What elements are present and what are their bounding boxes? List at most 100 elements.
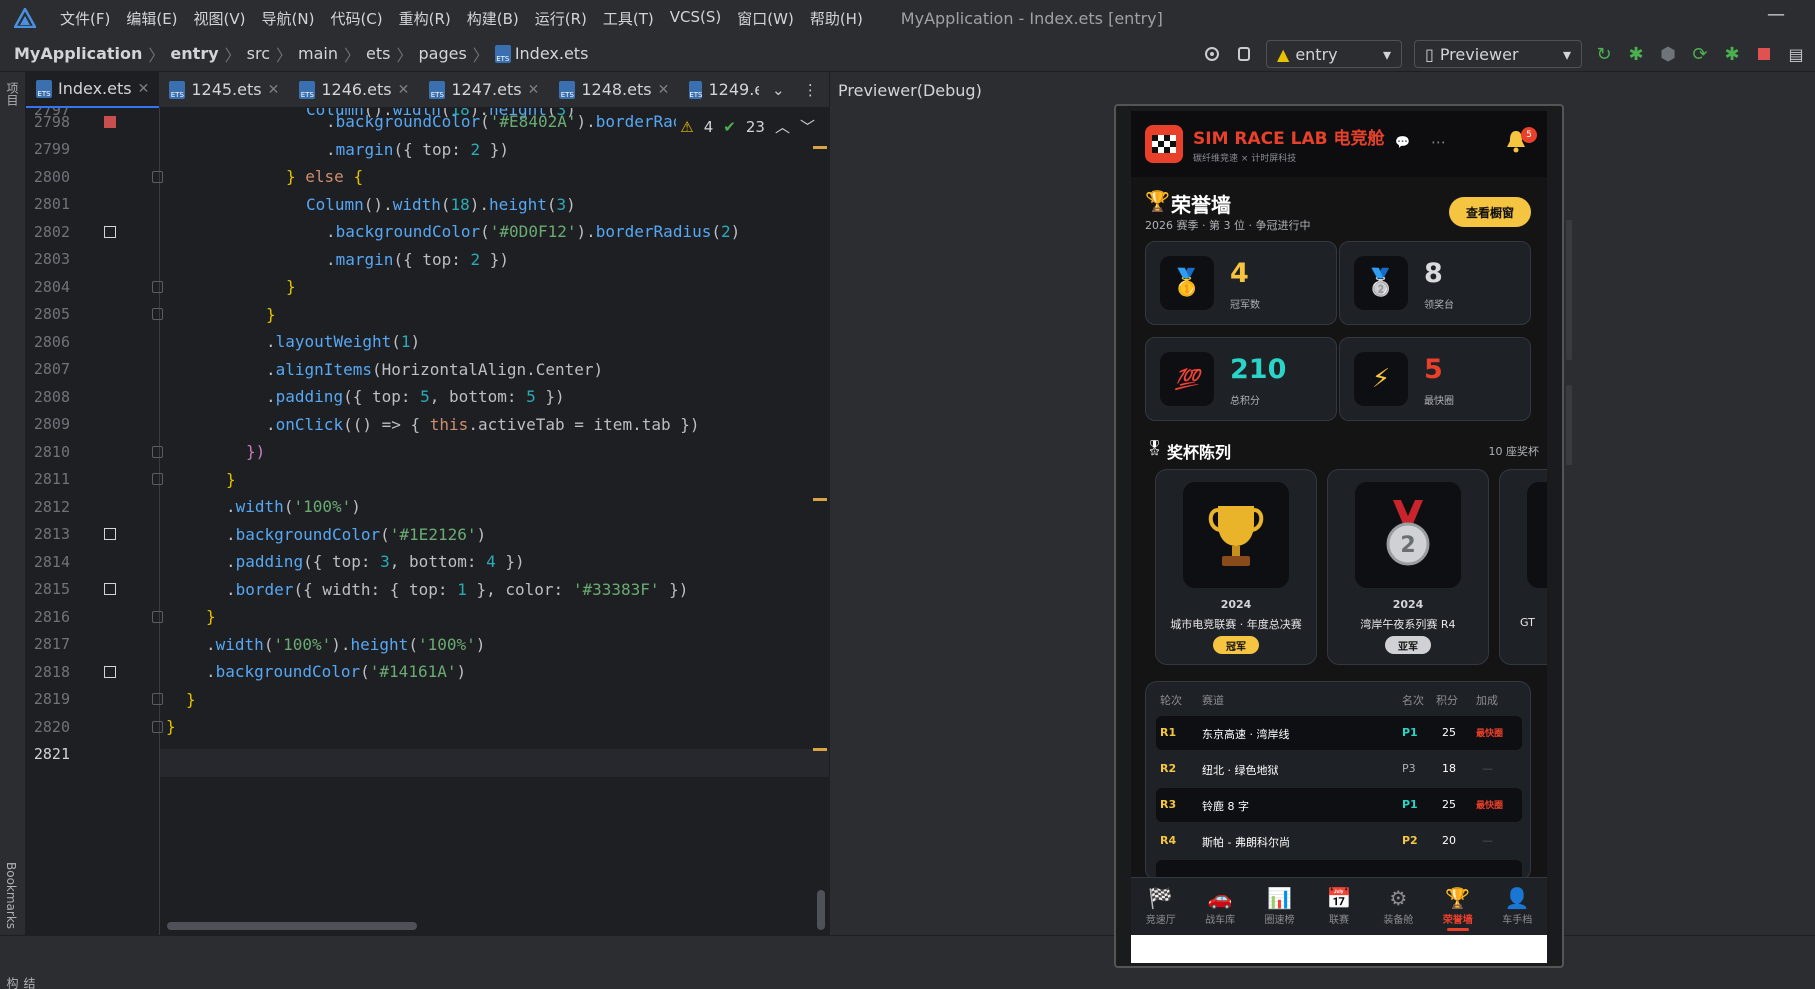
line-number: 2815: [33, 580, 70, 599]
close-icon[interactable]: ✕: [528, 82, 540, 98]
breadcrumb-main[interactable]: main: [298, 44, 338, 63]
menu-file[interactable]: 文件(F): [52, 8, 118, 29]
gold-trophy-icon: [1183, 482, 1289, 588]
nav-item-driver-profile[interactable]: 👤 车手档: [1488, 878, 1547, 935]
vertical-scrollbar[interactable]: [817, 890, 825, 930]
profiler-icon[interactable]: ✱: [1719, 41, 1745, 67]
menu-tools[interactable]: 工具(T): [595, 8, 662, 29]
breadcrumb-project[interactable]: MyApplication: [14, 44, 142, 63]
fold-marker[interactable]: [152, 445, 163, 458]
tab-1245[interactable]: ETS 1245.ets ✕: [159, 72, 289, 108]
menu-edit[interactable]: 编辑(E): [118, 8, 185, 29]
table-row[interactable]: R2 纽北 · 绿色地狱 P3 18 —: [1156, 752, 1522, 786]
honor-title: 荣誉墙: [1171, 193, 1231, 217]
rerun-icon[interactable]: ↻: [1591, 41, 1617, 67]
menu-run[interactable]: 运行(R): [527, 8, 595, 29]
menu-code[interactable]: 代码(C): [322, 8, 390, 29]
code-text: .backgroundColor('#14161A'): [206, 662, 467, 682]
ets-file-icon: ETS: [689, 80, 703, 99]
menu-navigate[interactable]: 导航(N): [254, 8, 323, 29]
fold-marker[interactable]: [152, 720, 163, 733]
fold-marker[interactable]: [152, 473, 163, 486]
tab-1247[interactable]: ETS 1247.ets ✕: [419, 72, 549, 108]
fold-marker[interactable]: [152, 170, 163, 183]
bookmarks-tool-button[interactable]: Bookmarks: [4, 862, 18, 929]
fold-marker[interactable]: [152, 308, 163, 321]
table-row[interactable]: R3 铃鹿 8 字 P1 25 最快圈: [1156, 788, 1522, 822]
code-text: }: [206, 607, 216, 627]
tab-1248[interactable]: ETS 1248.ets ✕: [549, 72, 679, 108]
close-icon[interactable]: ✕: [138, 81, 150, 97]
minimize-icon[interactable]: —: [1767, 4, 1785, 25]
menu-window[interactable]: 窗口(W): [729, 8, 802, 29]
points-cell: 18: [1442, 762, 1456, 775]
fold-marker[interactable]: [152, 280, 163, 293]
stat-card-champions[interactable]: 🥇 4 冠军数: [1145, 241, 1337, 325]
code-text: .width('100%').height('100%'): [206, 634, 486, 654]
debug-icon[interactable]: ✱: [1623, 41, 1649, 67]
menu-vcs[interactable]: VCS(S): [662, 8, 729, 29]
breadcrumb-pages[interactable]: pages: [419, 44, 467, 63]
trophy-card[interactable]: 2 2024 湾岸午夜系列赛 R4 亚军: [1327, 469, 1489, 665]
menu-refactor[interactable]: 重构(R): [391, 8, 459, 29]
more-options-icon[interactable]: ⋮: [797, 77, 823, 103]
breadcrumb-src[interactable]: src: [247, 44, 270, 63]
trophy-card[interactable]: GT: [1499, 469, 1547, 665]
breakpoint-marker[interactable]: [104, 225, 116, 238]
breakpoint-marker[interactable]: [104, 528, 116, 541]
scroll-marker: [813, 146, 827, 149]
menu-help[interactable]: 帮助(H): [802, 8, 871, 29]
nav-item-race-hall[interactable]: 🏁 竞速厅: [1131, 878, 1190, 935]
close-icon[interactable]: ✕: [268, 82, 280, 98]
menu-build[interactable]: 构建(B): [459, 8, 527, 29]
nav-item-honor-wall[interactable]: 🏆 荣誉墙: [1428, 878, 1487, 935]
breadcrumb-module[interactable]: entry: [170, 44, 218, 63]
stat-card-points[interactable]: 💯 210 总积分: [1145, 337, 1337, 421]
breakpoint-marker[interactable]: [104, 115, 116, 128]
table-row[interactable]: R4 斯帕 - 弗朗科尔尚 P2 20 —: [1156, 824, 1522, 858]
stat-label: 领奖台: [1424, 300, 1454, 311]
stat-card-podiums[interactable]: 🥈 8 领奖台: [1339, 241, 1531, 325]
nav-item-leaderboard[interactable]: 📊 圈速榜: [1250, 878, 1309, 935]
chevron-up-icon[interactable]: ︿: [775, 116, 790, 137]
close-icon[interactable]: ✕: [658, 82, 670, 98]
nav-label: 装备舱: [1383, 915, 1414, 926]
view-showcase-button[interactable]: 查看橱窗: [1449, 197, 1531, 227]
sync-icon[interactable]: ⟳: [1687, 41, 1713, 67]
breakpoint-marker[interactable]: [104, 583, 116, 596]
horizontal-scrollbar[interactable]: [167, 922, 417, 930]
close-icon[interactable]: ✕: [398, 82, 410, 98]
attach-icon[interactable]: ⬢: [1655, 41, 1681, 67]
target-icon[interactable]: [1199, 41, 1225, 67]
breadcrumb-ets[interactable]: ets: [366, 44, 390, 63]
inspection-widget[interactable]: ⚠ 4 ✔ 23 ︿ ﹀: [676, 114, 819, 139]
table-row[interactable]: R1 东京高速 · 湾岸线 P1 25 最快圈: [1156, 716, 1522, 750]
fold-marker[interactable]: [152, 610, 163, 623]
project-tool-button[interactable]: 项目: [4, 82, 21, 106]
tab-1246[interactable]: ETS 1246.ets ✕: [289, 72, 419, 108]
device-select[interactable]: ▯ Previewer ▾: [1414, 40, 1582, 68]
steering-wheel-icon: ⚙: [1389, 886, 1408, 910]
chat-icon[interactable]: 💬: [1395, 135, 1410, 149]
nav-item-league[interactable]: 📅 联赛: [1309, 878, 1368, 935]
code-editor[interactable]: 2797 Column().width(18).height(3) 2798 .ba…: [26, 108, 829, 935]
fold-marker[interactable]: [152, 693, 163, 706]
trophy-card[interactable]: 2024 城市电竞联赛 · 年度总决赛 冠军: [1155, 469, 1317, 665]
device-manager-icon[interactable]: [1231, 41, 1257, 67]
nav-item-garage[interactable]: 🚗 战车库: [1190, 878, 1249, 935]
table-row[interactable]: [1156, 860, 1522, 877]
menu-view[interactable]: 视图(V): [186, 8, 254, 29]
nav-item-equipment[interactable]: ⚙ 装备舱: [1369, 878, 1428, 935]
structure-tool-button[interactable]: 结构: [4, 977, 38, 989]
more-icon[interactable]: ⋯: [1431, 133, 1446, 151]
stat-card-fastest-lap[interactable]: ⚡ 5 最快圈: [1339, 337, 1531, 421]
stop-icon[interactable]: [1751, 41, 1777, 67]
layout-icon[interactable]: ▤: [1783, 41, 1809, 67]
tabs-overflow-icon[interactable]: ⌄: [765, 77, 791, 103]
module-select[interactable]: ▲ entry ▾: [1266, 40, 1402, 68]
tab-index[interactable]: ETS Index.ets ✕: [26, 71, 160, 108]
chevron-down-icon[interactable]: ﹀: [800, 116, 815, 137]
tab-1249[interactable]: ETS 1249.ets: [679, 72, 759, 108]
breakpoint-marker[interactable]: [104, 665, 116, 678]
breadcrumb-file[interactable]: Index.ets: [515, 44, 589, 63]
